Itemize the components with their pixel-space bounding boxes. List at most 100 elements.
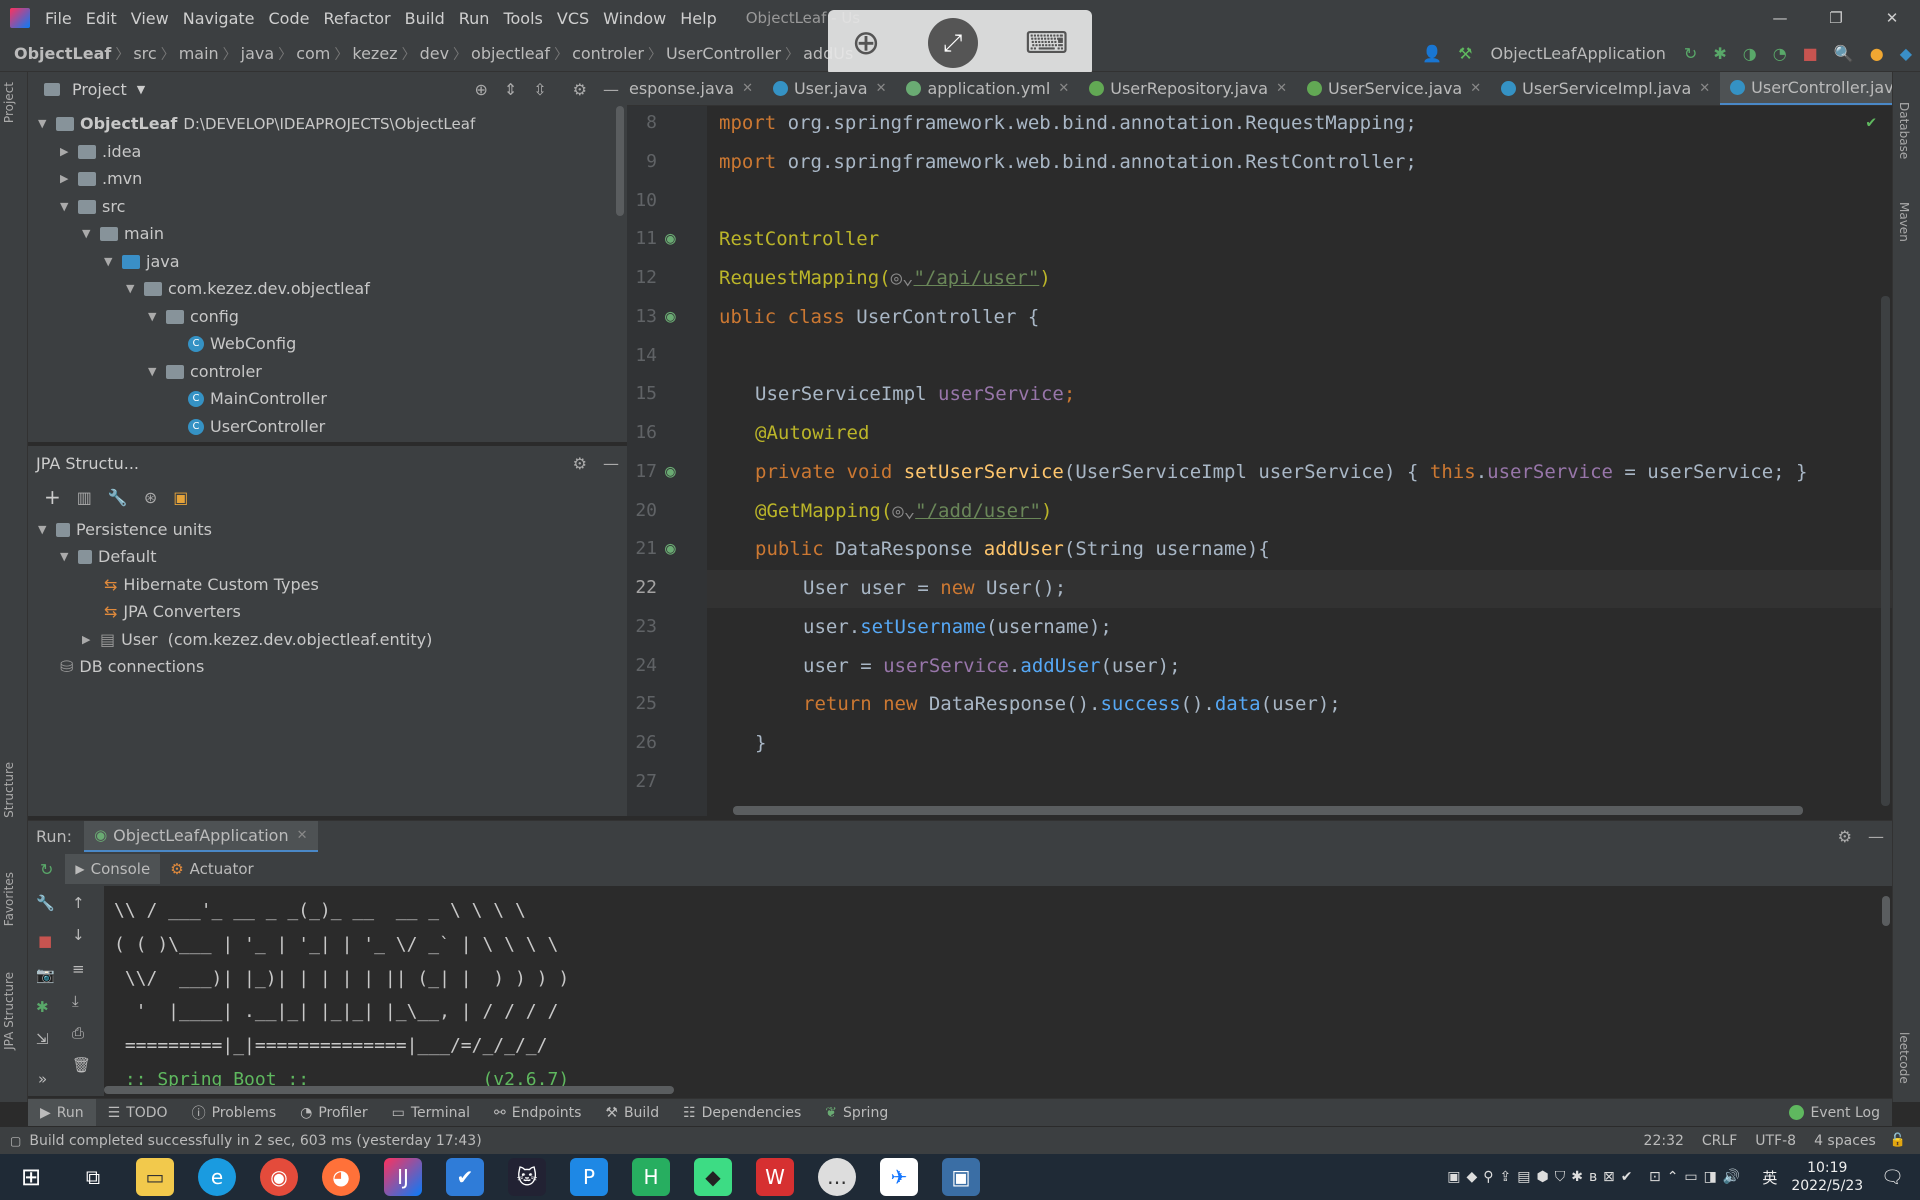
tab-userrepository[interactable]: UserRepository.java ✕: [1079, 72, 1297, 105]
line-separator[interactable]: CRLF: [1702, 1133, 1737, 1149]
notification-icon[interactable]: 🗨: [1881, 1167, 1904, 1188]
jpa-panel-title[interactable]: JPA Structu...: [36, 454, 139, 473]
globe-icon[interactable]: ◎⌄: [891, 267, 914, 289]
tree-item-maincontroller[interactable]: C MainController: [188, 385, 327, 412]
tab-usercontroller[interactable]: UserController.java✕: [1720, 72, 1892, 105]
coverage-icon[interactable]: ◑: [1743, 44, 1757, 63]
run-icon[interactable]: ↻: [1684, 44, 1697, 63]
close-icon[interactable]: ✕: [1058, 81, 1069, 96]
search-icon[interactable]: 🔍: [1834, 44, 1854, 63]
tree-item-webconfig[interactable]: C WebConfig: [188, 330, 296, 357]
gear-icon[interactable]: ⚙: [1838, 827, 1852, 846]
structure-tool-label[interactable]: Structure: [2, 762, 16, 818]
app-icon[interactable]: 🐱: [508, 1158, 546, 1196]
menu-navigate[interactable]: Navigate: [176, 9, 262, 28]
clock[interactable]: 10:19 2022/5/23: [1791, 1159, 1863, 1195]
caret-position[interactable]: 22:32: [1644, 1133, 1684, 1149]
update-icon[interactable]: ●: [1870, 44, 1884, 63]
scroll-up-icon[interactable]: ↑: [72, 894, 85, 912]
hide-icon[interactable]: —: [603, 454, 619, 473]
menu-tools[interactable]: Tools: [496, 9, 549, 28]
close-icon[interactable]: ✕: [876, 81, 887, 96]
tree-item-usercontroller[interactable]: C UserController: [188, 413, 325, 440]
leetcode-tool-label[interactable]: leetcode: [1897, 1032, 1911, 1084]
globe-icon[interactable]: ◎⌄: [892, 500, 915, 522]
print-icon[interactable]: ⎙: [72, 1024, 84, 1042]
project-scrollbar[interactable]: [616, 106, 624, 216]
tool-endpoints[interactable]: ⚯ Endpoints: [482, 1105, 593, 1121]
breadcrumb-java[interactable]: java: [237, 44, 279, 63]
wechat-icon[interactable]: …: [818, 1158, 856, 1196]
breadcrumb-kezez[interactable]: kezez: [348, 44, 401, 63]
jetbrains-icon[interactable]: ◆: [1900, 44, 1912, 63]
tool-dependencies[interactable]: ☷ Dependencies: [671, 1105, 813, 1121]
keyboard-icon[interactable]: ⌨: [1025, 26, 1068, 61]
tab-userserviceimpl[interactable]: UserServiceImpl.java ✕: [1491, 72, 1720, 105]
target-icon[interactable]: ⊛: [144, 488, 157, 507]
edge-icon[interactable]: e: [198, 1158, 236, 1196]
status-message[interactable]: Build completed successfully in 2 sec, 6…: [29, 1133, 481, 1149]
restore-icon[interactable]: ❐: [1808, 9, 1864, 27]
rerun-icon[interactable]: ↻: [40, 860, 53, 879]
breadcrumb-main[interactable]: main: [175, 44, 223, 63]
no-problems-check-icon[interactable]: ✔: [1866, 112, 1876, 131]
menu-view[interactable]: View: [124, 9, 176, 28]
tool-terminal[interactable]: ▭ Terminal: [380, 1105, 482, 1121]
menu-help[interactable]: Help: [673, 9, 723, 28]
spring-bean-icon[interactable]: ◉: [665, 306, 676, 327]
todo-app-icon[interactable]: ✔: [446, 1158, 484, 1196]
database-tool-label[interactable]: Database: [1897, 102, 1911, 159]
add-icon[interactable]: +: [44, 485, 61, 509]
tree-item-package[interactable]: ▼ com.kezez.dev.objectleaf: [126, 275, 370, 302]
spring-bean-icon[interactable]: ◉: [665, 228, 676, 249]
run-tab[interactable]: ◉ ObjectLeafApplication ✕: [84, 820, 318, 853]
collapse-all-icon[interactable]: ⇳: [533, 80, 546, 99]
spring-bean-icon[interactable]: ◉: [665, 461, 676, 482]
indent-setting[interactable]: 4 spaces: [1814, 1133, 1876, 1149]
tab-userservice[interactable]: UserService.java ✕: [1297, 72, 1491, 105]
status-toggle-icon[interactable]: ▢: [10, 1134, 21, 1148]
wrench-icon[interactable]: 🔧: [108, 488, 128, 507]
task-view-icon[interactable]: ⧉: [74, 1158, 112, 1196]
more-icon[interactable]: »: [38, 1070, 47, 1088]
favorites-tool-label[interactable]: Favorites: [2, 872, 16, 926]
jpa-hibernate-types[interactable]: ⇆ Hibernate Custom Types: [104, 571, 319, 598]
debug-icon[interactable]: ✱: [1713, 44, 1726, 63]
scroll-down-icon[interactable]: ↓: [72, 926, 85, 944]
camera-icon[interactable]: 📷: [36, 966, 55, 984]
console-output[interactable]: \\ / ___'_ __ _ _(_)_ __ __ _ \ \ \ \ ( …: [104, 886, 1892, 1096]
firefox-icon[interactable]: ◕: [322, 1158, 360, 1196]
tree-item-config[interactable]: ▼ config: [148, 303, 239, 330]
menu-window[interactable]: Window: [596, 9, 673, 28]
columns-icon[interactable]: ▥: [77, 488, 92, 507]
tree-item-java[interactable]: ▼ java: [104, 248, 180, 275]
tab-console[interactable]: ▶ Console: [65, 854, 161, 884]
remote-icon[interactable]: ▣: [942, 1158, 980, 1196]
tool-build[interactable]: ⚒ Build: [593, 1105, 671, 1121]
expand-all-icon[interactable]: ⇕: [504, 80, 517, 99]
tool-run[interactable]: ▶ Run: [28, 1098, 96, 1127]
menu-build[interactable]: Build: [398, 9, 452, 28]
jpa-db-connections[interactable]: ⛁ DB connections: [60, 653, 204, 680]
tree-root[interactable]: ▼ ObjectLeaf D:\DEVELOP\IDEAPROJECTS\Obj…: [38, 110, 475, 137]
close-icon[interactable]: ✕: [742, 81, 753, 96]
tool-problems[interactable]: ⓘ Problems: [180, 1103, 289, 1123]
console-horizontal-scrollbar[interactable]: [104, 1086, 674, 1094]
exit-icon[interactable]: ⇲: [36, 1030, 49, 1048]
breadcrumb-src[interactable]: src: [129, 44, 160, 63]
project-panel-title[interactable]: Project: [72, 80, 127, 99]
close-icon[interactable]: ✕: [297, 828, 308, 843]
maven-tool-label[interactable]: Maven: [1897, 202, 1911, 242]
tab-application-yml[interactable]: application.yml ✕: [896, 72, 1079, 105]
tree-item-controler[interactable]: ▼ controler: [148, 358, 262, 385]
wrench-icon[interactable]: 🔧: [36, 894, 55, 912]
remote-connect-icon[interactable]: ⤢: [927, 18, 978, 68]
stop-icon[interactable]: ■: [38, 932, 52, 950]
breadcrumb-usercontroller[interactable]: UserController: [662, 44, 785, 63]
stop-icon[interactable]: ■: [1803, 44, 1818, 63]
minimize-icon[interactable]: —: [1752, 9, 1808, 27]
menu-run[interactable]: Run: [452, 9, 497, 28]
breadcrumb-project[interactable]: ObjectLeaf: [10, 44, 115, 63]
tray-icons[interactable]: ▣◆⚲⇪▤⬢⛉✱ʙ⊠✔ ⊡⌃▭◨🔊: [1447, 1169, 1746, 1185]
jpa-tool-label[interactable]: JPA Structure: [2, 972, 16, 1050]
